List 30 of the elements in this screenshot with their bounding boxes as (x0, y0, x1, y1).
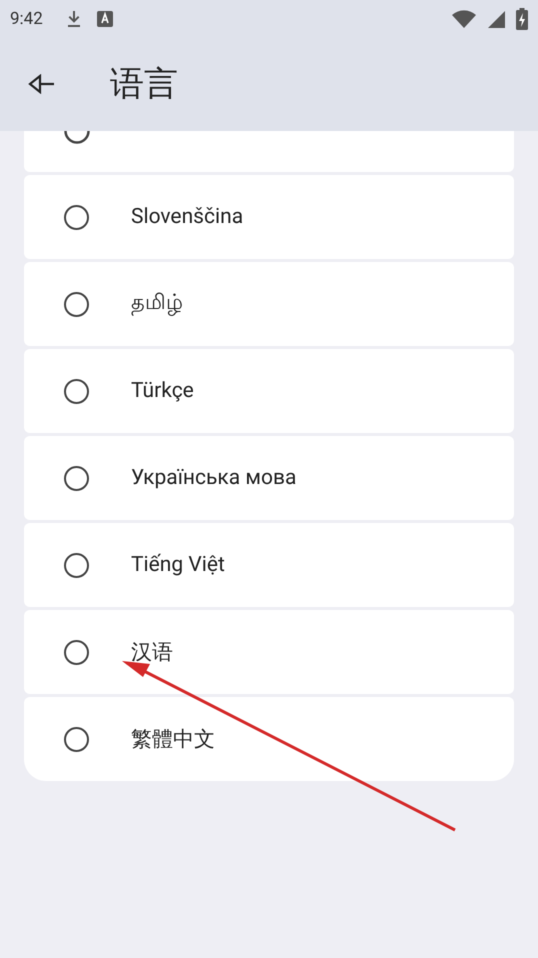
battery-icon (516, 8, 528, 30)
signal-icon (486, 10, 506, 28)
radio-button[interactable] (64, 640, 89, 664)
download-icon (66, 10, 81, 28)
language-label: 繁體中文 (131, 727, 215, 753)
radio-button[interactable] (64, 378, 89, 404)
radio-edge-icon (64, 131, 90, 145)
language-label: தமிழ் (131, 291, 183, 317)
language-label: Türkçe (131, 379, 194, 403)
page-title: 语言 (110, 63, 178, 106)
language-label: Tiếng Việt (131, 553, 225, 577)
back-arrow-icon (28, 74, 56, 94)
radio-button[interactable] (64, 204, 89, 230)
language-label: Українська мова (131, 466, 296, 490)
language-option[interactable]: 汉语 (24, 610, 514, 694)
language-option[interactable]: தமிழ் (24, 262, 514, 346)
language-option[interactable]: Tiếng Việt (24, 523, 514, 607)
keyboard-icon (96, 10, 113, 26)
status-time: 9:42 (10, 8, 43, 28)
wifi-icon (452, 10, 476, 28)
language-option[interactable]: Slovenščina (24, 175, 514, 259)
radio-button[interactable] (64, 466, 89, 490)
radio-button[interactable] (64, 726, 89, 752)
language-option[interactable]: Türkçe (24, 349, 514, 433)
language-option[interactable]: 繁體中文 (24, 697, 514, 781)
radio-button[interactable] (64, 552, 89, 578)
language-label: Slovenščina (131, 205, 244, 229)
radio-button[interactable] (64, 292, 89, 316)
language-option[interactable]: Українська мова (24, 436, 514, 520)
language-label: 汉语 (131, 640, 173, 666)
